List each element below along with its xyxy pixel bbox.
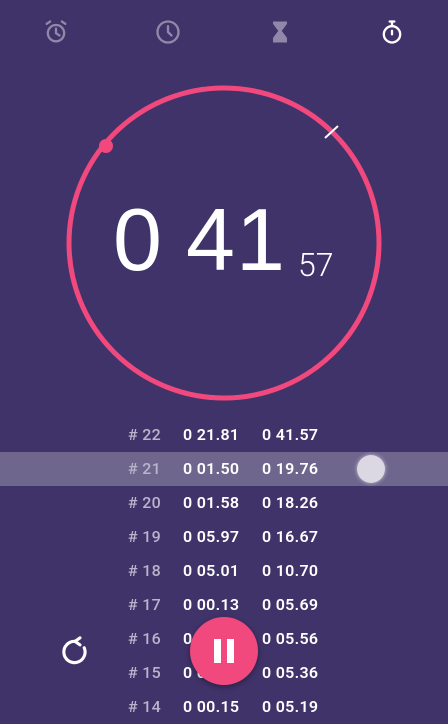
lap-row: # 22 0 21.81 0 41.57 [0,418,448,452]
time-display: 0 41 57 [0,0,448,420]
lap-row: # 18 0 05.01 0 10.70 [0,554,448,588]
lap-time: 0 00.13 [183,595,240,614]
lap-time: 0 21.81 [183,425,240,444]
lap-time: 0 00.15 [183,697,240,716]
lap-row: # 14 0 00.15 0 05.19 [0,690,448,724]
pause-button[interactable] [190,617,258,685]
lap-number: # 15 [128,663,162,682]
reset-icon [62,636,87,665]
lap-row: # 20 0 01.58 0 18.26 [0,486,448,520]
lap-time: 0 05.01 [183,561,240,580]
minutes-value: 0 [113,190,163,289]
lap-total: 0 05.56 [262,629,319,648]
lap-number: # 21 [128,459,162,478]
lap-number: # 18 [128,561,162,580]
lap-total: 0 41.57 [262,425,319,444]
lap-number: # 17 [128,595,162,614]
lap-row: # 19 0 05.97 0 16.67 [0,520,448,554]
lap-number: # 20 [128,493,162,512]
lap-number: # 19 [128,527,162,546]
lap-total: 0 05.36 [262,663,319,682]
touch-indicator [357,455,385,483]
lap-total: 0 19.76 [262,459,319,478]
seconds-value: 41 [186,190,286,289]
lap-time: 0 05.97 [183,527,240,546]
pause-icon [213,639,235,663]
lap-total: 0 16.67 [262,527,319,546]
lap-number: # 16 [128,629,162,648]
lap-total: 0 18.26 [262,493,319,512]
lap-number: # 14 [128,697,162,716]
hundredths-value: 57 [298,246,334,284]
lap-time: 0 01.50 [183,459,240,478]
lap-time: 0 01.58 [183,493,240,512]
reset-button[interactable] [53,630,97,674]
lap-total: 0 05.19 [262,697,319,716]
lap-number: # 22 [128,425,162,444]
lap-total: 0 10.70 [262,561,319,580]
lap-total: 0 05.69 [262,595,319,614]
